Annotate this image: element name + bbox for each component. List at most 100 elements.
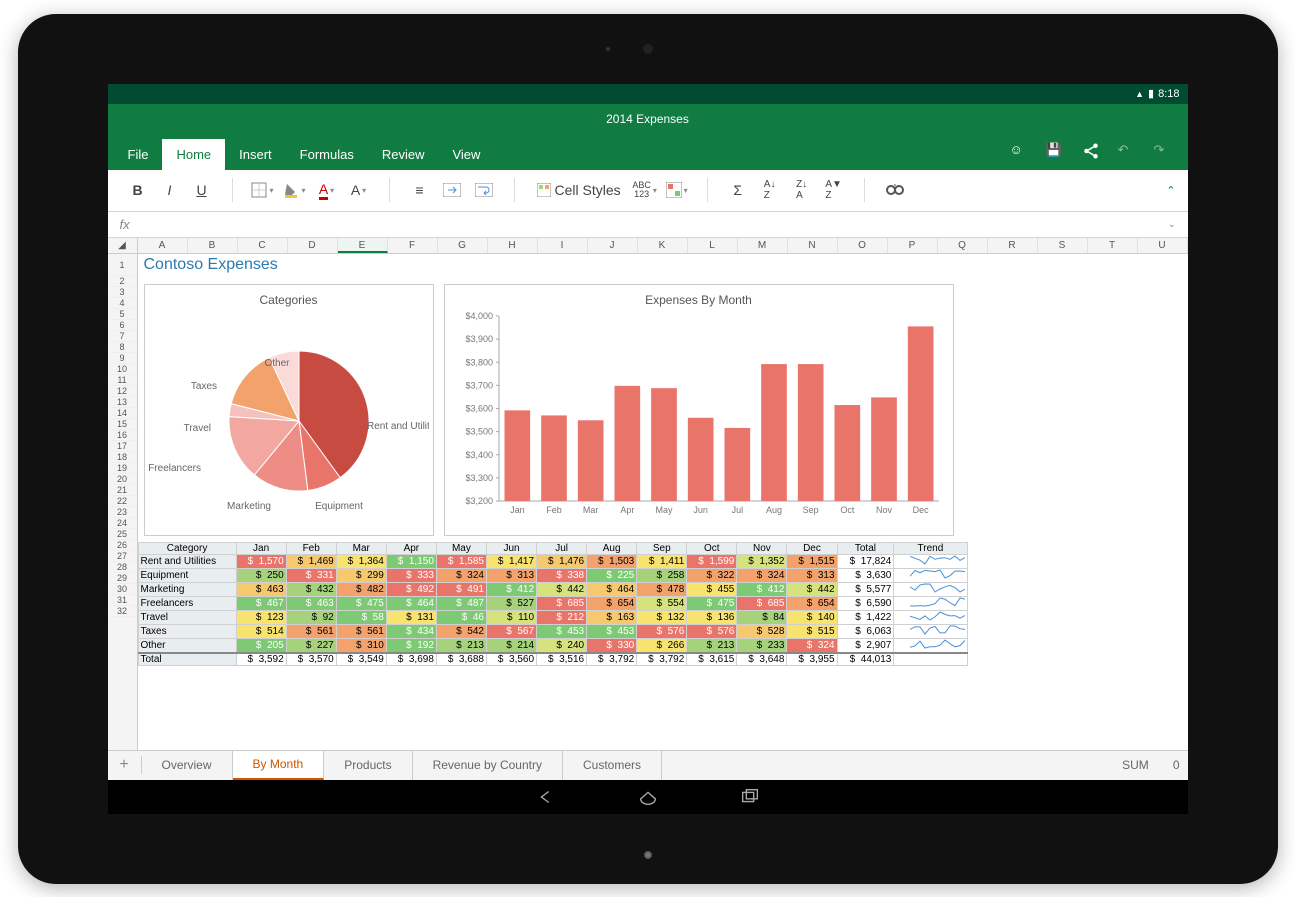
align-left-button[interactable]: ≡ bbox=[406, 176, 434, 204]
borders-button[interactable] bbox=[249, 176, 277, 204]
font-size-button[interactable]: A bbox=[345, 176, 373, 204]
col-sep[interactable]: Sep bbox=[637, 542, 687, 554]
row-header-1[interactable]: 1 bbox=[108, 254, 137, 276]
table-row[interactable]: Travel$ 123$ 92$ 58$ 131$ 46$ 110$ 212$ … bbox=[138, 610, 967, 624]
col-header-U[interactable]: U bbox=[1138, 238, 1188, 253]
home-icon[interactable] bbox=[637, 786, 659, 808]
row-header-26[interactable]: 26 bbox=[108, 540, 137, 551]
sheet-tab-by-month[interactable]: By Month bbox=[233, 751, 325, 780]
row-header-17[interactable]: 17 bbox=[108, 441, 137, 452]
col-header-A[interactable]: A bbox=[138, 238, 188, 253]
sort-desc-button[interactable]: Z↓A bbox=[788, 176, 816, 204]
row-header-13[interactable]: 13 bbox=[108, 397, 137, 408]
smiley-icon[interactable]: ☺ bbox=[1010, 142, 1028, 160]
chart-expenses-by-month[interactable]: Expenses By Month $3,200$3,300$3,400$3,5… bbox=[444, 284, 954, 536]
row-header-15[interactable]: 15 bbox=[108, 419, 137, 430]
row-header-4[interactable]: 4 bbox=[108, 298, 137, 309]
col-header-F[interactable]: F bbox=[388, 238, 438, 253]
redo-icon[interactable]: ↷ bbox=[1154, 142, 1172, 160]
col-header-S[interactable]: S bbox=[1038, 238, 1088, 253]
row-header-27[interactable]: 27 bbox=[108, 551, 137, 562]
cell-styles-button[interactable]: Cell Styles bbox=[531, 176, 627, 204]
col-apr[interactable]: Apr bbox=[386, 542, 436, 554]
col-header-L[interactable]: L bbox=[688, 238, 738, 253]
table-row[interactable]: Other$ 205$ 227$ 310$ 192$ 213$ 214$ 240… bbox=[138, 638, 967, 653]
col-may[interactable]: May bbox=[436, 542, 486, 554]
row-header-32[interactable]: 32 bbox=[108, 606, 137, 617]
row-header-23[interactable]: 23 bbox=[108, 507, 137, 518]
col-aug[interactable]: Aug bbox=[587, 542, 637, 554]
filter-button[interactable]: A▼Z bbox=[820, 176, 848, 204]
row-header-25[interactable]: 25 bbox=[108, 529, 137, 540]
table-row[interactable]: Equipment$ 250$ 331$ 299$ 333$ 324$ 313$… bbox=[138, 568, 967, 582]
col-header-T[interactable]: T bbox=[1088, 238, 1138, 253]
col-dec[interactable]: Dec bbox=[787, 542, 837, 554]
tab-formulas[interactable]: Formulas bbox=[286, 139, 368, 170]
col-mar[interactable]: Mar bbox=[336, 542, 386, 554]
tab-insert[interactable]: Insert bbox=[225, 139, 286, 170]
col-header-D[interactable]: D bbox=[288, 238, 338, 253]
expense-table[interactable]: CategoryJanFebMarAprMayJunJulAugSepOctNo… bbox=[138, 542, 968, 666]
col-feb[interactable]: Feb bbox=[286, 542, 336, 554]
sheet-tab-products[interactable]: Products bbox=[324, 751, 412, 780]
row-header-3[interactable]: 3 bbox=[108, 287, 137, 298]
row-header-5[interactable]: 5 bbox=[108, 309, 137, 320]
row-header-7[interactable]: 7 bbox=[108, 331, 137, 342]
font-color-button[interactable]: A bbox=[313, 176, 341, 204]
col-header-R[interactable]: R bbox=[988, 238, 1038, 253]
col-trend[interactable]: Trend bbox=[894, 542, 967, 554]
col-header-B[interactable]: B bbox=[188, 238, 238, 253]
col-header-I[interactable]: I bbox=[538, 238, 588, 253]
col-header-G[interactable]: G bbox=[438, 238, 488, 253]
recents-icon[interactable] bbox=[739, 786, 761, 808]
sheet-tab-revenue-by-country[interactable]: Revenue by Country bbox=[413, 751, 563, 780]
col-header-O[interactable]: O bbox=[838, 238, 888, 253]
autosum-button[interactable]: Σ bbox=[724, 176, 752, 204]
conditional-format-button[interactable] bbox=[663, 176, 691, 204]
back-icon[interactable] bbox=[535, 786, 557, 808]
formula-bar[interactable]: fx ⌄ bbox=[108, 212, 1188, 238]
table-row[interactable]: Rent and Utilities$ 1,570$ 1,469$ 1,364$… bbox=[138, 554, 967, 568]
underline-button[interactable]: U bbox=[188, 176, 216, 204]
col-jul[interactable]: Jul bbox=[537, 542, 587, 554]
italic-button[interactable]: I bbox=[156, 176, 184, 204]
row-header-29[interactable]: 29 bbox=[108, 573, 137, 584]
row-header-28[interactable]: 28 bbox=[108, 562, 137, 573]
col-header-Q[interactable]: Q bbox=[938, 238, 988, 253]
select-all-corner[interactable]: ◢ bbox=[108, 238, 138, 253]
tab-home[interactable]: Home bbox=[162, 139, 225, 170]
col-jan[interactable]: Jan bbox=[236, 542, 286, 554]
row-header-30[interactable]: 30 bbox=[108, 584, 137, 595]
row-header-10[interactable]: 10 bbox=[108, 364, 137, 375]
save-icon[interactable]: 💾 bbox=[1046, 142, 1064, 160]
row-header-12[interactable]: 12 bbox=[108, 386, 137, 397]
col-header-N[interactable]: N bbox=[788, 238, 838, 253]
chart-categories-pie[interactable]: Categories Rent and UtilitiesEquipmentMa… bbox=[144, 284, 434, 536]
row-header-8[interactable]: 8 bbox=[108, 342, 137, 353]
row-header-6[interactable]: 6 bbox=[108, 320, 137, 331]
tab-review[interactable]: Review bbox=[368, 139, 439, 170]
row-header-20[interactable]: 20 bbox=[108, 474, 137, 485]
sheet-tab-overview[interactable]: Overview bbox=[142, 751, 233, 780]
col-header-K[interactable]: K bbox=[638, 238, 688, 253]
col-nov[interactable]: Nov bbox=[737, 542, 787, 554]
wrap-text-button[interactable] bbox=[470, 176, 498, 204]
row-header-24[interactable]: 24 bbox=[108, 518, 137, 529]
col-header-P[interactable]: P bbox=[888, 238, 938, 253]
number-format-button[interactable]: ABC123 bbox=[631, 176, 659, 204]
add-sheet-button[interactable]: + bbox=[108, 756, 142, 774]
find-button[interactable] bbox=[881, 176, 909, 204]
tab-view[interactable]: View bbox=[438, 139, 494, 170]
fill-color-button[interactable] bbox=[281, 176, 309, 204]
row-header-9[interactable]: 9 bbox=[108, 353, 137, 364]
table-row[interactable]: Taxes$ 514$ 561$ 561$ 434$ 542$ 567$ 453… bbox=[138, 624, 967, 638]
row-header-18[interactable]: 18 bbox=[108, 452, 137, 463]
row-header-21[interactable]: 21 bbox=[108, 485, 137, 496]
merge-button[interactable] bbox=[438, 176, 466, 204]
col-jun[interactable]: Jun bbox=[486, 542, 536, 554]
col-header-H[interactable]: H bbox=[488, 238, 538, 253]
share-icon[interactable] bbox=[1082, 142, 1100, 160]
formula-bar-expand-icon[interactable]: ⌄ bbox=[1168, 219, 1176, 230]
row-header-22[interactable]: 22 bbox=[108, 496, 137, 507]
row-header-11[interactable]: 11 bbox=[108, 375, 137, 386]
